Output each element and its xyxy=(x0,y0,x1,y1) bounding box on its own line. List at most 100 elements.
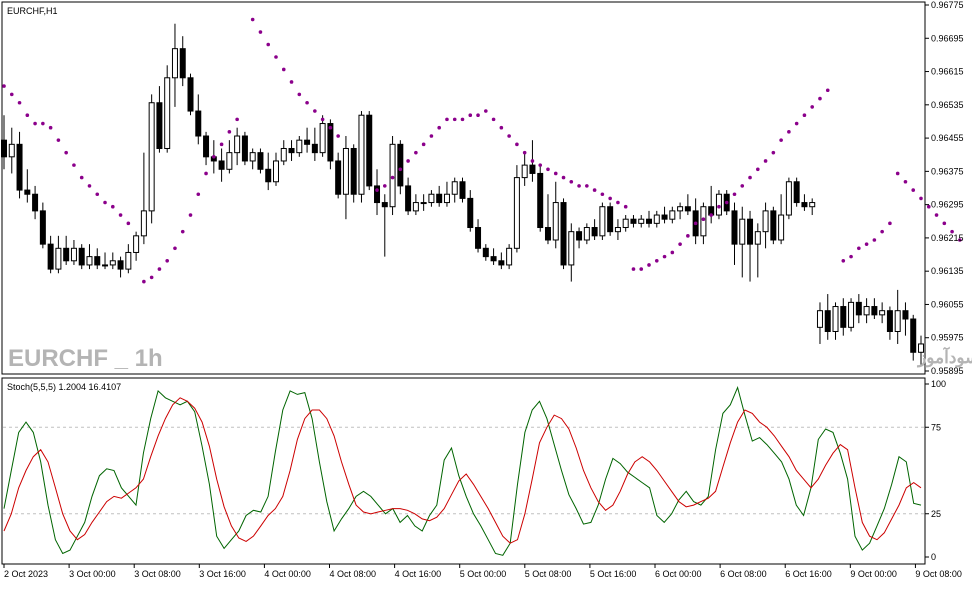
psar-dot xyxy=(491,117,496,122)
psar-dot xyxy=(398,167,403,172)
psar-dot xyxy=(56,138,61,142)
candle-body xyxy=(234,135,241,154)
psar-dot xyxy=(188,213,193,217)
candle-body xyxy=(47,243,54,270)
candle-body xyxy=(754,231,761,245)
candle-body xyxy=(537,172,544,229)
candle-body xyxy=(389,143,396,208)
stoch-label: Stoch(5,5,5) 1.2004 16.4107 xyxy=(7,382,121,392)
candle-body xyxy=(226,152,233,170)
candle-body xyxy=(879,310,886,316)
psar-dot xyxy=(647,263,651,267)
candle-body xyxy=(8,143,15,158)
candle-body xyxy=(451,181,458,195)
symbol-label: EURCHF,H1 xyxy=(7,6,58,16)
price-tick-label: 0.96135 xyxy=(931,266,964,276)
psar-dot xyxy=(794,121,799,126)
psar-dot xyxy=(72,163,76,167)
candle xyxy=(257,148,264,174)
candle-body xyxy=(257,152,264,170)
candle xyxy=(148,94,155,224)
candle xyxy=(241,131,248,166)
psar-dot xyxy=(320,117,325,122)
price-tick-label: 0.95895 xyxy=(931,366,964,376)
candle-body xyxy=(552,202,559,241)
candle xyxy=(78,244,85,270)
psar-dot xyxy=(849,254,853,259)
psar-dot xyxy=(546,167,550,172)
psar-dot xyxy=(103,200,107,205)
candle-body xyxy=(599,206,606,237)
psar-dot xyxy=(305,100,309,105)
candle-body xyxy=(78,247,85,266)
stoch-tick-label: 100 xyxy=(931,379,946,389)
candle-body xyxy=(482,247,489,258)
psar-dot xyxy=(17,100,22,105)
time-tick-label: 6 Oct 16:00 xyxy=(785,569,832,579)
candle-body xyxy=(498,260,505,266)
candle-body xyxy=(475,227,482,249)
psar-dot xyxy=(895,171,900,176)
psar-dot xyxy=(802,113,807,118)
price-tick-label: 0.96055 xyxy=(931,299,964,309)
candle-body xyxy=(140,210,147,237)
candle-body xyxy=(677,206,684,212)
candle-body xyxy=(179,48,186,79)
psar-dot xyxy=(382,184,387,188)
candle-body xyxy=(832,306,839,332)
psar-dot xyxy=(142,279,146,284)
psar-dot xyxy=(623,204,628,209)
candle-body xyxy=(801,202,808,208)
psar-dot xyxy=(41,121,45,126)
psar-dot xyxy=(149,275,154,280)
time-tick-label: 2 Oct 2023 xyxy=(4,569,48,579)
psar-dot xyxy=(919,196,923,201)
psar-dot xyxy=(942,221,947,226)
psar-dot xyxy=(250,17,255,22)
candle-body xyxy=(902,310,909,320)
psar-dot xyxy=(227,130,232,134)
psar-dot xyxy=(64,150,68,155)
psar-dot xyxy=(818,96,822,101)
psar-dot xyxy=(911,188,916,192)
psar-dot xyxy=(476,113,480,118)
candle-body xyxy=(669,210,676,220)
candle xyxy=(537,165,544,232)
stoch-tick-label: 75 xyxy=(931,422,941,432)
candle-body xyxy=(544,227,551,241)
candle-body xyxy=(288,147,295,154)
psar-dot xyxy=(569,179,574,184)
psar-dot xyxy=(709,213,713,217)
psar-dot xyxy=(499,125,504,130)
psar-dot xyxy=(266,42,271,47)
price-tick-label: 0.96695 xyxy=(931,33,964,43)
candle-body xyxy=(731,210,738,245)
candle-body xyxy=(816,310,823,328)
psar-dot xyxy=(274,55,278,59)
psar-dot xyxy=(460,117,465,122)
candle-body xyxy=(265,168,272,183)
candle-body xyxy=(280,147,287,162)
candle-body xyxy=(490,256,497,262)
candle-body xyxy=(785,181,792,216)
psar-dot xyxy=(748,175,752,180)
candle xyxy=(358,111,365,203)
candle-body xyxy=(684,206,691,212)
candle-body xyxy=(94,256,101,266)
candle-body xyxy=(335,160,342,195)
candle-body xyxy=(109,260,116,266)
time-tick-label: 4 Oct 08:00 xyxy=(330,569,377,579)
candle-body xyxy=(840,306,847,328)
psar-dot xyxy=(297,92,302,97)
candle-body xyxy=(506,247,513,266)
candle-body xyxy=(770,210,777,241)
psar-dot xyxy=(600,192,605,197)
psar-dot xyxy=(468,113,473,118)
candle-body xyxy=(133,235,140,253)
psar-dot xyxy=(763,159,768,163)
stoch-tick-label: 25 xyxy=(931,509,941,519)
candle xyxy=(513,165,520,253)
candle-body xyxy=(397,143,404,187)
psar-dot xyxy=(888,221,892,226)
psar-dot xyxy=(857,246,861,251)
